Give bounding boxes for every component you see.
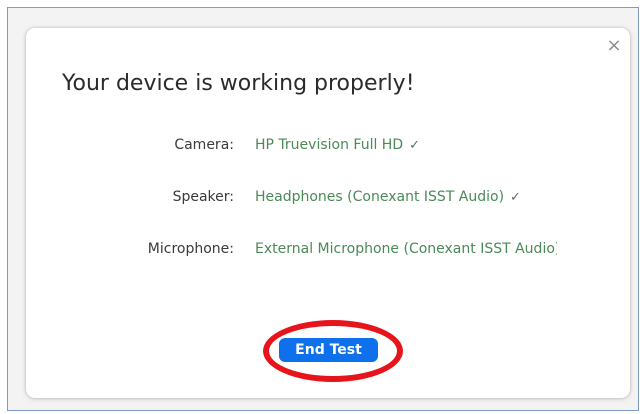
microphone-row: Microphone: External Microphone (Conexan…: [26, 238, 630, 260]
end-test-button[interactable]: End Test: [279, 338, 378, 362]
dialog-title: Your device is working properly!: [62, 71, 415, 96]
microphone-label: Microphone:: [147, 241, 234, 257]
camera-value: HP Truevision Full HD ✓: [255, 134, 557, 157]
device-test-dialog: × Your device is working properly! Camer…: [26, 28, 630, 398]
speaker-device-name: Headphones (Conexant ISST Audio): [255, 189, 505, 205]
speaker-row: Speaker: Headphones (Conexant ISST Audio…: [26, 186, 630, 208]
speaker-check-icon: ✓: [510, 190, 521, 205]
microphone-value: External Microphone (Conexant ISST Audio…: [255, 238, 557, 260]
camera-device-name: HP Truevision Full HD: [255, 137, 404, 153]
camera-row: Camera: HP Truevision Full HD ✓: [26, 134, 630, 156]
close-icon[interactable]: ×: [604, 36, 624, 56]
camera-check-icon: ✓: [409, 138, 421, 153]
microphone-device-name: External Microphone (Conexant ISST Audio…: [255, 241, 557, 257]
speaker-label: Speaker:: [172, 189, 234, 205]
camera-label: Camera:: [174, 137, 234, 153]
speaker-value: Headphones (Conexant ISST Audio) ✓: [255, 186, 557, 209]
